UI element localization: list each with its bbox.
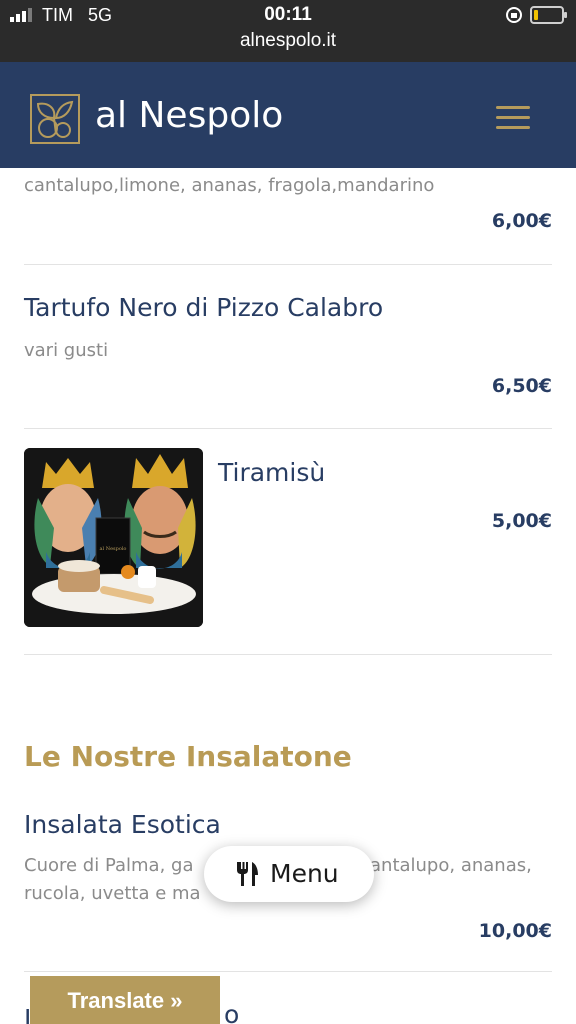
divider: [24, 654, 552, 655]
floating-menu-button[interactable]: Menu: [204, 846, 374, 902]
divider: [24, 971, 552, 972]
item-description-line2: rucola, uvetta e ma: [24, 883, 201, 904]
dish-name: Tartufo Nero di Pizzo Calabro: [24, 293, 384, 322]
photo-card-label: al Nespolo: [100, 546, 127, 552]
dish-name: Insalata Esotica: [24, 810, 221, 839]
dish-name: Tiramisù: [218, 458, 326, 487]
floating-menu-label: Menu: [270, 859, 339, 888]
divider: [24, 428, 552, 429]
status-bar: TIM 5G 00:11 alnespolo.it: [0, 0, 576, 62]
nespolo-leaf-logo-icon[interactable]: [30, 94, 80, 144]
translate-button[interactable]: Translate »: [30, 976, 220, 1024]
address-bar-url[interactable]: alnespolo.it: [0, 30, 576, 52]
tiramisu-photo[interactable]: al Nespolo: [24, 448, 203, 627]
item-price: 10,00€: [478, 920, 552, 942]
divider: [24, 264, 552, 265]
item-description-line1: Cuore di Palma, ga: [24, 855, 194, 876]
site-header: [0, 62, 576, 168]
battery-icon: [530, 6, 567, 24]
section-title: Le Nostre Insalatone: [24, 740, 352, 773]
clock: 00:11: [264, 4, 312, 25]
item-price: 6,50€: [491, 375, 552, 397]
orientation-lock-icon: [506, 7, 522, 23]
item-price: 5,00€: [491, 510, 552, 532]
fork-knife-icon: [237, 862, 258, 886]
brand-name[interactable]: al Nespolo: [95, 95, 283, 136]
dish-name-partial-end: o: [224, 1000, 240, 1024]
hamburger-icon[interactable]: [496, 106, 532, 132]
item-description: vari gusti: [24, 340, 109, 361]
item-description: cantalupo,limone, ananas, fragola,mandar…: [24, 175, 435, 196]
item-description-line1-end: antalupo, ananas,: [370, 855, 532, 876]
item-price: 6,00€: [491, 210, 552, 232]
